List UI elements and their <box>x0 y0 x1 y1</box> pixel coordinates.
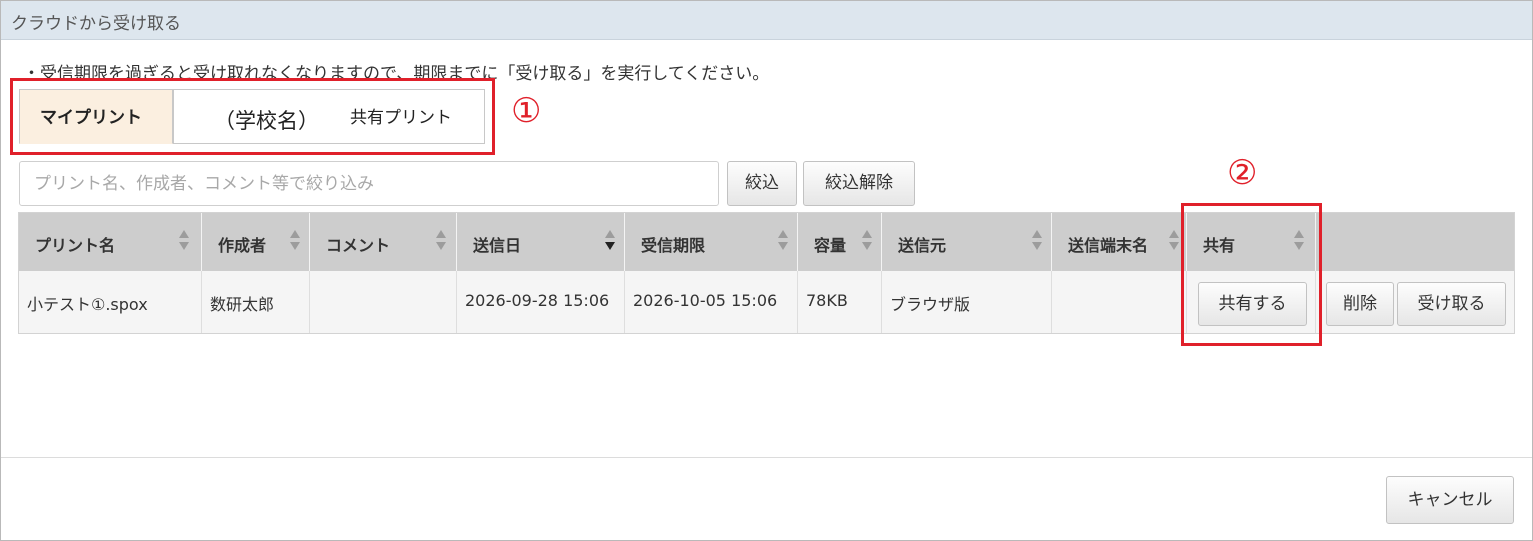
sort-icon <box>290 230 300 254</box>
highlight-box-tabs <box>10 78 495 155</box>
cell-sent-date: 2026-09-28 15:06 <box>457 271 625 333</box>
delete-button[interactable]: 削除 <box>1326 282 1394 326</box>
receive-from-cloud-dialog: クラウドから受け取る ・受信期限を過ぎると受け取れなくなりますので、期限までに「… <box>0 0 1533 541</box>
receive-button[interactable]: 受け取る <box>1397 282 1506 326</box>
cancel-button[interactable]: キャンセル <box>1386 476 1514 524</box>
cell-deadline: 2026-10-05 15:06 <box>625 271 798 333</box>
cell-size: 78KB <box>798 271 882 333</box>
cell-author: 数研太郎 <box>202 271 310 333</box>
cell-comment <box>310 271 457 333</box>
cell-source: ブラウザ版 <box>882 271 1052 333</box>
dialog-title: クラウドから受け取る <box>11 14 181 34</box>
cell-print-name: 小テスト①.spox <box>19 271 202 333</box>
sort-icon <box>436 230 446 254</box>
search-input[interactable] <box>19 161 719 206</box>
cell-device-name <box>1052 271 1187 333</box>
column-header-author[interactable]: 作成者 <box>202 213 310 271</box>
footer-divider <box>1 457 1532 458</box>
annotation-marker-2: ② <box>1227 153 1258 193</box>
sort-desc-icon <box>605 230 615 254</box>
dialog-titlebar: クラウドから受け取る <box>1 1 1532 40</box>
column-header-device-name[interactable]: 送信端末名 <box>1052 213 1187 271</box>
sort-icon <box>778 230 788 254</box>
column-header-deadline[interactable]: 受信期限 <box>625 213 798 271</box>
column-header-comment[interactable]: コメント <box>310 213 457 271</box>
clear-filter-button[interactable]: 絞込解除 <box>803 161 915 206</box>
column-header-print-name[interactable]: プリント名 <box>19 213 202 271</box>
column-header-size[interactable]: 容量 <box>798 213 882 271</box>
column-header-source[interactable]: 送信元 <box>882 213 1052 271</box>
sort-icon <box>1032 230 1042 254</box>
filter-button[interactable]: 絞込 <box>727 161 797 206</box>
column-header-sent-date[interactable]: 送信日 <box>457 213 625 271</box>
highlight-box-share <box>1181 203 1322 346</box>
sort-icon <box>179 230 189 254</box>
sort-icon <box>1169 230 1179 254</box>
sort-icon <box>862 230 872 254</box>
annotation-marker-1: ① <box>511 91 542 131</box>
